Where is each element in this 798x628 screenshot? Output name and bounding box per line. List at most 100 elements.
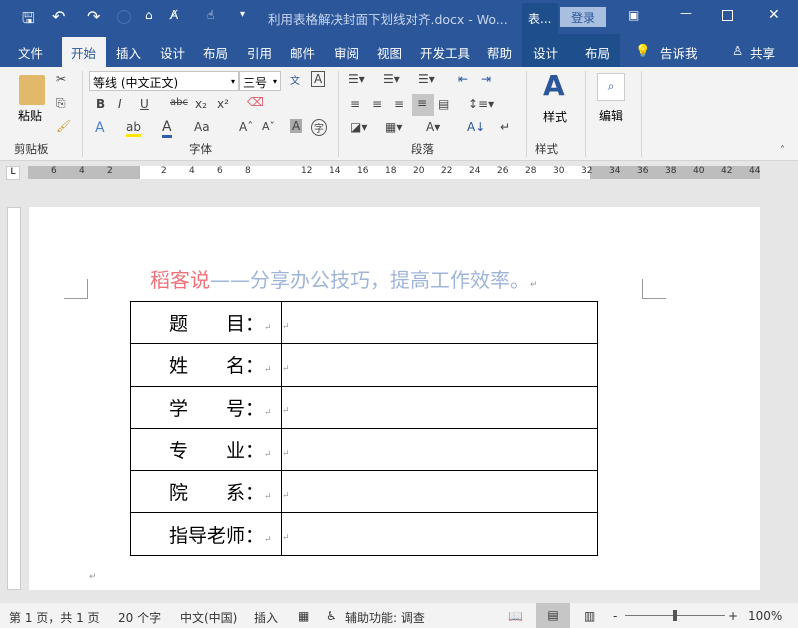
horizontal-ruler[interactable]: L 6 4 2 2 4 6 8 12 14 16 18 20 22 24 26 28 30 32 34 36 38 40 4… bbox=[0, 162, 798, 183]
change-case-icon[interactable]: Aa bbox=[194, 120, 210, 134]
shading-icon[interactable]: ◪▾ bbox=[350, 120, 367, 134]
print-layout-icon[interactable]: ▤ bbox=[536, 603, 570, 628]
word-count[interactable]: 20 个字 bbox=[118, 609, 161, 626]
circle-icon[interactable] bbox=[117, 10, 131, 24]
field-value-cell[interactable]: ↵ bbox=[281, 300, 598, 345]
redo-icon[interactable]: ↷ bbox=[87, 7, 100, 26]
font-size-icon[interactable]: A̸ bbox=[170, 8, 178, 22]
minimize-button[interactable]: — bbox=[680, 6, 692, 20]
font-color-icon[interactable]: A bbox=[162, 119, 172, 138]
font-size-select[interactable]: 三号 ▾ bbox=[239, 71, 281, 91]
text-effects-icon[interactable]: A bbox=[95, 120, 105, 136]
macro-icon[interactable]: ▦ bbox=[298, 609, 309, 623]
field-label-cell[interactable]: 姓名：↵ bbox=[130, 343, 282, 387]
tab-references[interactable]: 引用 bbox=[247, 43, 272, 62]
tab-selector-icon[interactable]: L bbox=[6, 166, 20, 180]
char-shading-icon[interactable]: A bbox=[290, 119, 303, 133]
asian-layout-icon[interactable]: A▾ bbox=[426, 120, 440, 134]
zoom-in-button[interactable]: + bbox=[728, 609, 738, 623]
cut-icon[interactable]: ✂ bbox=[56, 72, 66, 86]
strikethrough-icon[interactable]: abc bbox=[170, 97, 188, 108]
tab-home[interactable]: 开始 bbox=[71, 43, 96, 62]
zoom-slider-thumb[interactable] bbox=[673, 610, 677, 621]
highlight-icon[interactable]: ab bbox=[126, 120, 141, 137]
editing-button[interactable]: 编辑 bbox=[599, 107, 623, 124]
zoom-out-button[interactable]: - bbox=[613, 609, 617, 623]
field-value-cell[interactable]: ↵ bbox=[281, 512, 598, 556]
paste-icon[interactable] bbox=[19, 75, 45, 105]
field-label-cell[interactable]: 学号：↵ bbox=[130, 385, 282, 429]
tab-layout[interactable]: 布局 bbox=[203, 43, 228, 62]
clear-format-icon[interactable]: ⌫ bbox=[247, 95, 264, 109]
format-icon[interactable]: ⌂ bbox=[145, 8, 153, 22]
tell-me-button[interactable]: 告诉我 bbox=[660, 43, 698, 62]
copy-icon[interactable]: ⎘ bbox=[56, 96, 66, 111]
styles-icon[interactable]: A bbox=[543, 69, 565, 102]
undo-icon[interactable]: ↶ bbox=[52, 7, 65, 26]
bullets-icon[interactable]: ☰▾ bbox=[348, 72, 365, 86]
field-value-cell[interactable]: ↵ bbox=[281, 470, 598, 514]
tab-design[interactable]: 设计 bbox=[160, 43, 185, 62]
field-label-cell[interactable]: 专业：↵ bbox=[130, 427, 282, 472]
grow-font-icon[interactable]: Aˆ bbox=[239, 120, 253, 134]
italic-icon[interactable]: I bbox=[118, 97, 122, 111]
vertical-ruler[interactable] bbox=[7, 207, 21, 590]
field-value-cell[interactable]: ↵ bbox=[281, 427, 598, 472]
paste-button[interactable]: 粘贴 bbox=[18, 107, 42, 124]
touch-mode-icon[interactable]: ☝ bbox=[207, 8, 214, 22]
ribbon-display-icon[interactable]: ▣ bbox=[628, 8, 639, 22]
field-value-cell[interactable]: ↵ bbox=[281, 385, 598, 429]
multilevel-list-icon[interactable]: ☰▾ bbox=[418, 72, 435, 86]
enclose-char-icon[interactable]: 字 bbox=[311, 119, 327, 136]
align-right-icon[interactable]: ≡ bbox=[394, 97, 404, 111]
field-label-cell[interactable]: 指导老师：↵ bbox=[130, 512, 282, 556]
read-mode-icon[interactable]: 📖 bbox=[508, 609, 523, 623]
customize-qat-icon[interactable]: ▾ bbox=[240, 9, 245, 20]
tab-table-design[interactable]: 设计 bbox=[533, 43, 558, 62]
justify-icon[interactable]: ≡ bbox=[412, 94, 434, 116]
decrease-indent-icon[interactable]: ⇤ bbox=[458, 72, 468, 86]
save-icon[interactable]: 🖫 bbox=[22, 8, 35, 33]
show-marks-icon[interactable]: ↵ bbox=[500, 120, 510, 134]
insert-mode[interactable]: 插入 bbox=[254, 609, 278, 626]
web-layout-icon[interactable]: ▥ bbox=[584, 609, 595, 623]
accessibility-status[interactable]: 辅助功能: 调查 bbox=[345, 609, 425, 626]
bold-icon[interactable]: B bbox=[96, 97, 105, 111]
share-button[interactable]: 共享 bbox=[750, 43, 775, 62]
field-label-cell[interactable]: 题目：↵ bbox=[130, 300, 282, 345]
tab-table-layout[interactable]: 布局 bbox=[585, 43, 610, 62]
page-count[interactable]: 第 1 页，共 1 页 bbox=[9, 609, 100, 626]
align-left-icon[interactable]: ≡ bbox=[350, 97, 360, 111]
char-border-icon[interactable]: A bbox=[311, 71, 326, 87]
tab-developer[interactable]: 开发工具 bbox=[420, 43, 470, 62]
font-name-select[interactable]: 等线 (中文正文) ▾ bbox=[89, 71, 239, 91]
superscript-icon[interactable]: x² bbox=[217, 97, 229, 111]
field-label-cell[interactable]: 院系：↵ bbox=[130, 470, 282, 514]
borders-icon[interactable]: ▦▾ bbox=[385, 120, 402, 134]
tab-insert[interactable]: 插入 bbox=[116, 43, 141, 62]
tab-view[interactable]: 视图 bbox=[377, 43, 402, 62]
maximize-button[interactable] bbox=[722, 10, 733, 21]
zoom-level[interactable]: 100% bbox=[748, 609, 782, 623]
tab-mailings[interactable]: 邮件 bbox=[290, 43, 315, 62]
accessibility-icon[interactable]: ♿ bbox=[326, 609, 337, 623]
field-value-cell[interactable]: ↵ bbox=[281, 343, 598, 387]
align-center-icon[interactable]: ≡ bbox=[372, 97, 382, 111]
login-button[interactable]: 登录 bbox=[560, 7, 606, 27]
language[interactable]: 中文(中国) bbox=[180, 609, 237, 626]
distributed-icon[interactable]: ▤ bbox=[438, 97, 449, 111]
underline-icon[interactable]: U bbox=[140, 97, 149, 111]
collapse-ribbon-icon[interactable]: ˄ bbox=[780, 145, 785, 156]
subscript-icon[interactable]: x₂ bbox=[195, 97, 207, 111]
find-icon[interactable]: ⌕ bbox=[597, 73, 625, 101]
increase-indent-icon[interactable]: ⇥ bbox=[481, 72, 491, 86]
line-spacing-icon[interactable]: ↕≡▾ bbox=[468, 97, 494, 111]
phonetic-guide-icon[interactable]: 文 bbox=[290, 72, 300, 87]
tab-review[interactable]: 审阅 bbox=[334, 43, 359, 62]
styles-button[interactable]: 样式 bbox=[543, 108, 567, 125]
tab-help[interactable]: 帮助 bbox=[487, 43, 512, 62]
numbering-icon[interactable]: ☰▾ bbox=[383, 72, 400, 86]
tab-file[interactable]: 文件 bbox=[18, 43, 43, 62]
format-painter-icon[interactable]: 🖌 bbox=[56, 119, 71, 133]
shrink-font-icon[interactable]: Aˇ bbox=[262, 120, 275, 133]
